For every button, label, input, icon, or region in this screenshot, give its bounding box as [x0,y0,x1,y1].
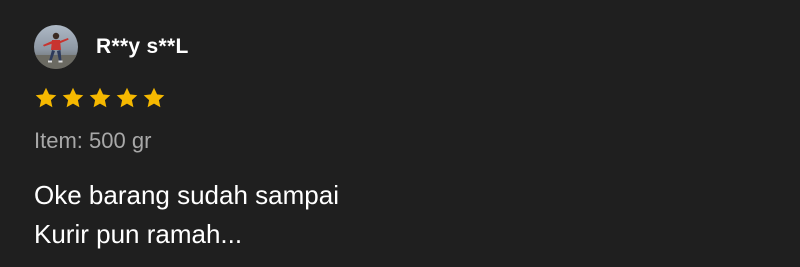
review-card: R**y s**L Item: 500 gr Oke barang sudah … [0,0,800,267]
star-icon [62,87,84,108]
star-icon [89,87,111,108]
comment-line: Kurir pun ramah... [34,219,243,249]
star-icon [116,87,138,108]
star-icon [143,87,165,108]
star-rating [34,86,166,110]
reviewer-name: R**y s**L [96,35,189,58]
review-header: R**y s**L [34,24,189,70]
review-comment: Oke barang sudah sampai Kurir pun ramah.… [34,176,339,254]
avatar-photo-icon [34,25,78,69]
comment-line: Oke barang sudah sampai [34,180,339,210]
star-icon [35,87,57,108]
product-variant: Item: 500 gr [34,128,152,153]
avatar[interactable] [34,25,78,69]
